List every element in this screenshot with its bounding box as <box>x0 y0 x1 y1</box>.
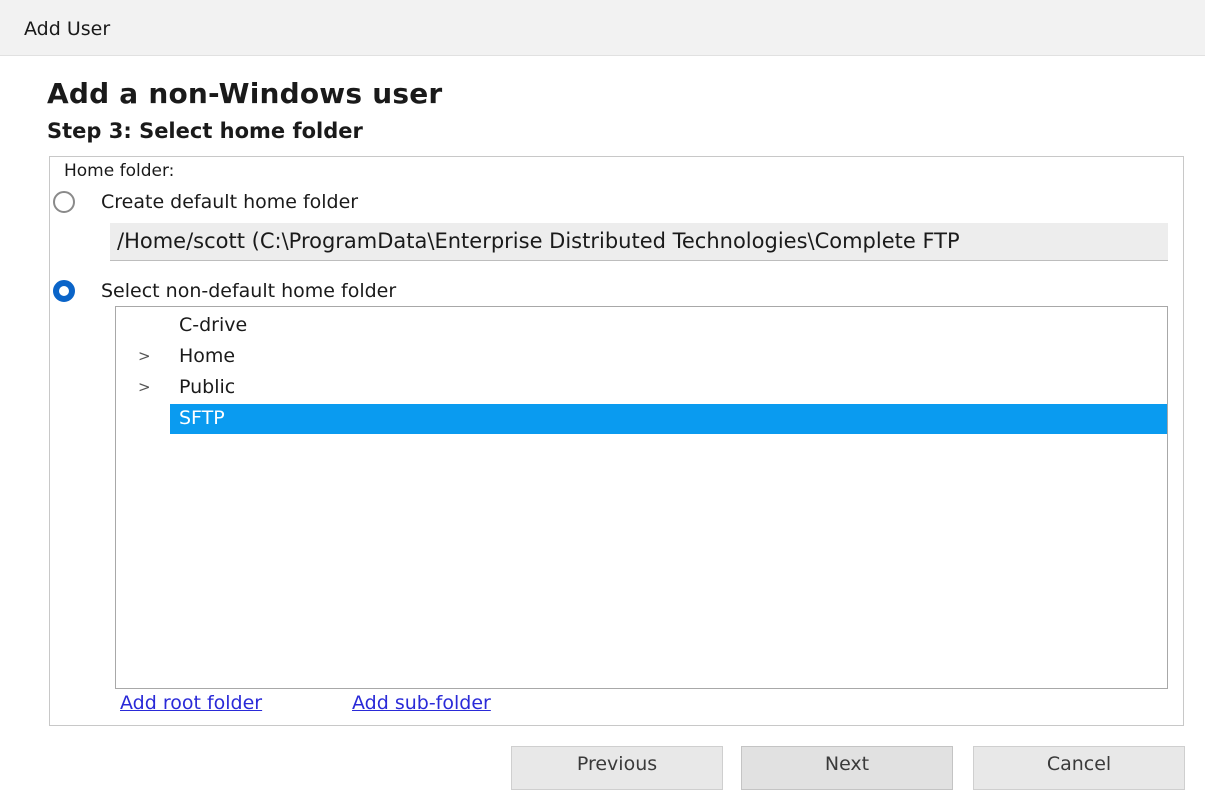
radio-non-default-home-folder[interactable]: Select non-default home folder <box>53 278 396 304</box>
radio-non-default-label: Select non-default home folder <box>101 280 397 302</box>
home-folder-label: Home folder: <box>64 161 175 181</box>
radio-unchecked-icon[interactable] <box>53 191 75 213</box>
folder-tree[interactable]: C-drive > Home > Public SFTP <box>115 306 1168 689</box>
previous-button[interactable]: Previous <box>511 746 723 790</box>
tree-item-sftp[interactable]: SFTP <box>116 404 1167 434</box>
next-button[interactable]: Next <box>741 746 953 790</box>
add-sub-folder-link[interactable]: Add sub-folder <box>352 692 491 714</box>
window-title: Add User <box>24 18 111 40</box>
radio-default-home-folder[interactable]: Create default home folder <box>53 189 358 215</box>
selection-highlight <box>170 404 1167 434</box>
tree-item-c-drive[interactable]: C-drive <box>116 311 1167 341</box>
chevron-right-icon[interactable]: > <box>138 347 151 365</box>
tree-item-label: C-drive <box>179 314 248 336</box>
radio-checked-icon[interactable] <box>53 280 75 302</box>
step-title: Step 3: Select home folder <box>47 119 363 143</box>
tree-item-label: Home <box>179 345 236 367</box>
add-root-folder-link[interactable]: Add root folder <box>120 692 262 714</box>
window-titlebar: Add User <box>0 0 1205 56</box>
cancel-button[interactable]: Cancel <box>973 746 1185 790</box>
chevron-right-icon[interactable]: > <box>138 378 151 396</box>
default-home-path-field: /Home/scott (C:\ProgramData\Enterprise D… <box>110 223 1168 261</box>
tree-item-label: SFTP <box>179 407 225 429</box>
tree-item-public[interactable]: > Public <box>116 373 1167 403</box>
radio-default-label: Create default home folder <box>101 191 359 213</box>
tree-item-home[interactable]: > Home <box>116 342 1167 372</box>
page-title: Add a non-Windows user <box>47 77 443 110</box>
tree-item-label: Public <box>179 376 236 398</box>
